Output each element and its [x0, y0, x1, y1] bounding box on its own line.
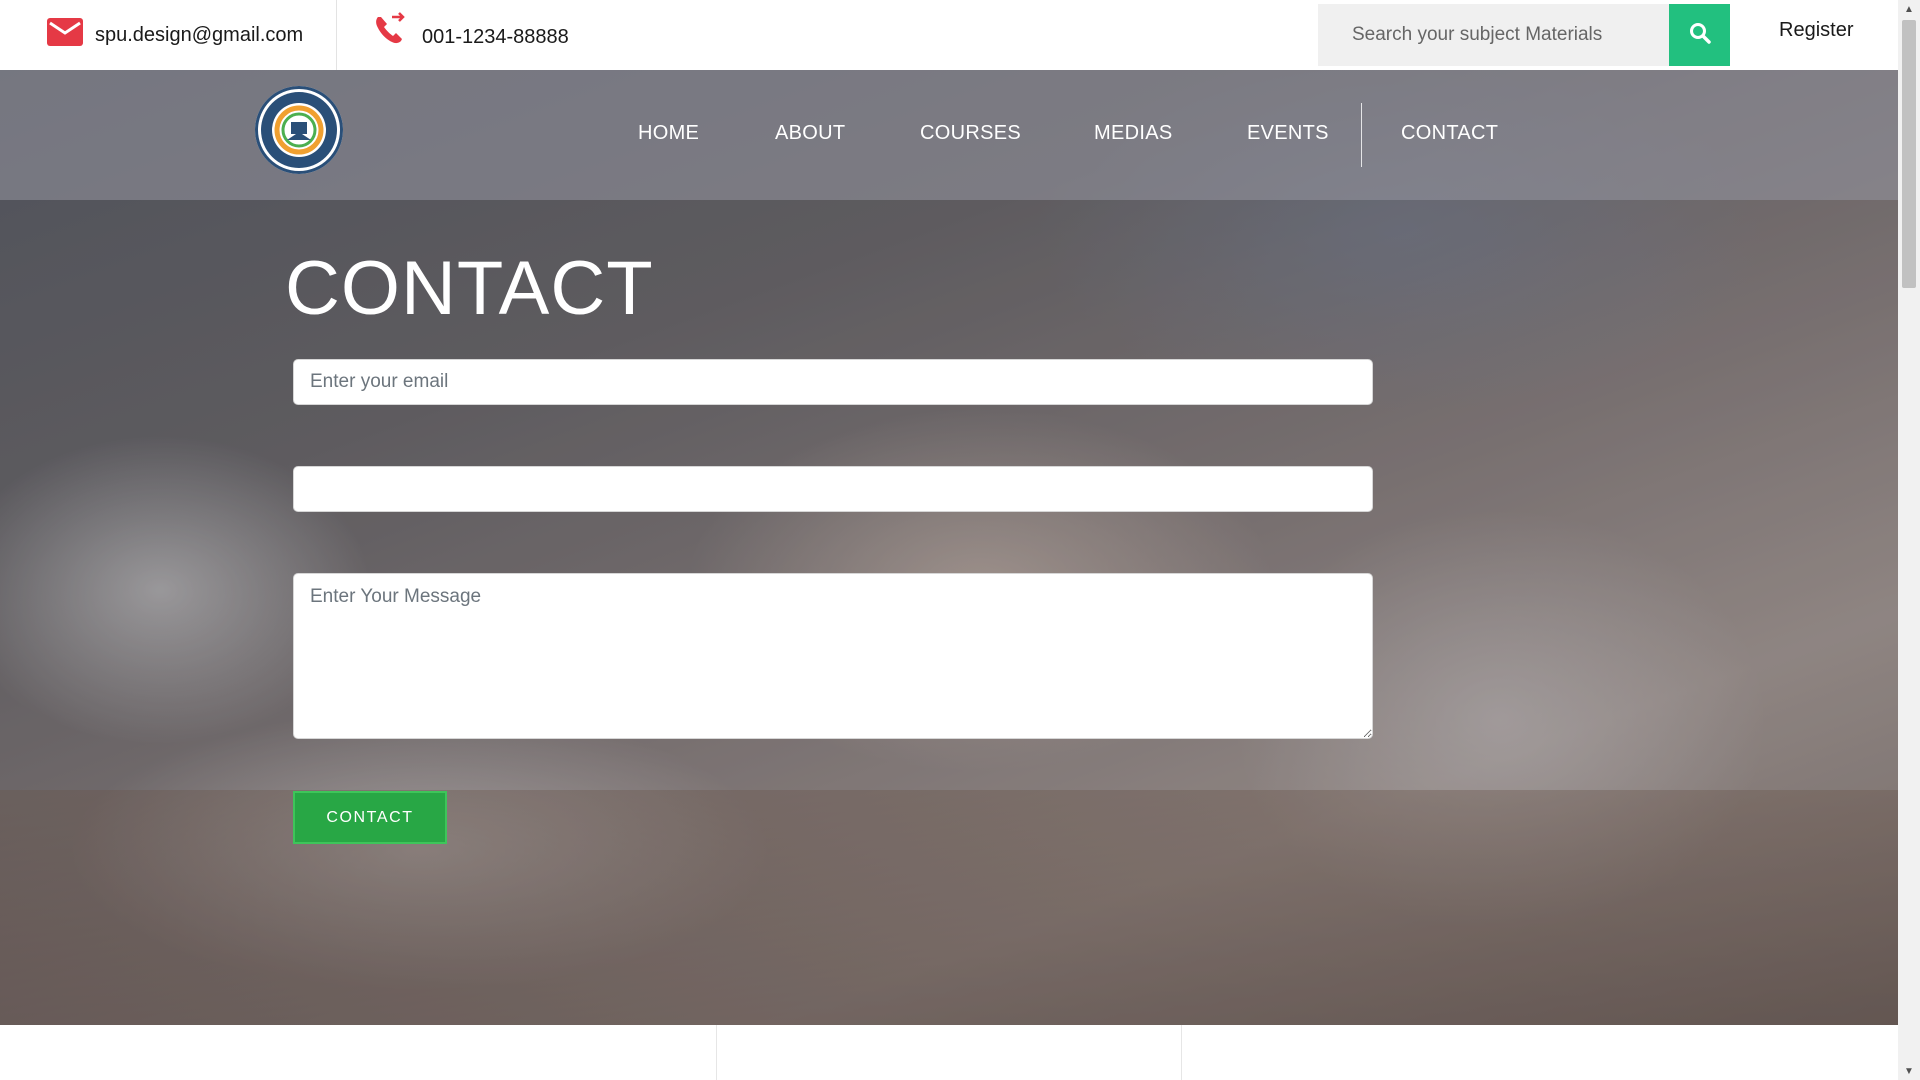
scroll-thumb[interactable]	[1902, 20, 1916, 288]
contact-phone[interactable]: 001-1234-88888	[372, 12, 569, 52]
main-navbar: HOME ABOUT COURSES MEDIAS EVENTS CONTACT	[0, 70, 1898, 200]
column-divider	[1181, 1025, 1182, 1080]
scroll-up-arrow-icon[interactable]: ▲	[1898, 0, 1920, 18]
nav-home[interactable]: HOME	[638, 122, 699, 145]
nav-medias[interactable]: MEDIAS	[1094, 122, 1172, 145]
register-link[interactable]: Register	[1779, 19, 1853, 42]
phone-text: 001-1234-88888	[422, 25, 569, 48]
nav-courses[interactable]: COURSES	[920, 122, 1021, 145]
scroll-down-arrow-icon[interactable]: ▼	[1898, 1062, 1920, 1080]
contact-submit-button[interactable]: CONTACT	[293, 791, 447, 844]
search-icon	[1689, 22, 1711, 49]
email-field[interactable]	[293, 359, 1373, 405]
nav-separator	[1361, 103, 1362, 167]
nav-events[interactable]: EVENTS	[1247, 122, 1329, 145]
nav-contact[interactable]: CONTACT	[1401, 122, 1498, 145]
email-text: spu.design@gmail.com	[95, 23, 304, 46]
column-divider	[716, 1025, 717, 1080]
hero-overlay	[0, 70, 1898, 1025]
search-input[interactable]	[1350, 23, 1674, 47]
page-scrollbar[interactable]: ▲ ▼	[1898, 0, 1920, 1080]
nav-about[interactable]: ABOUT	[775, 122, 845, 145]
page-title: CONTACT	[285, 246, 654, 331]
second-field[interactable]	[293, 466, 1373, 512]
top-bar: spu.design@gmail.com 001-1234-88888 Regi…	[0, 0, 1898, 70]
divider	[336, 0, 337, 70]
contact-email[interactable]: spu.design@gmail.com	[47, 18, 304, 52]
mail-icon	[47, 18, 83, 52]
search-button[interactable]	[1669, 4, 1730, 66]
college-logo[interactable]	[255, 86, 343, 174]
message-field[interactable]	[293, 573, 1373, 739]
phone-icon	[372, 11, 408, 53]
hero-section: HOME ABOUT COURSES MEDIAS EVENTS CONTACT…	[0, 70, 1898, 1025]
bottom-section	[0, 1025, 1898, 1080]
